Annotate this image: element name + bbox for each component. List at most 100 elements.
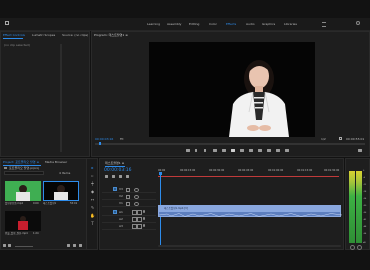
time-ruler[interactable]: 00:00 00:00:15:00 00:00:30:00 00:00:45:0…: [158, 169, 341, 179]
step-back-icon[interactable]: [222, 149, 226, 152]
tab-project[interactable]: Project: 포트폴리오 촬영 ≡: [3, 160, 39, 164]
workspace-tab-audio[interactable]: Audio: [246, 22, 255, 26]
program-monitor-panel: Program: 테스트촬영1 ≡ 00:00:03:16 Fit 1/2 00…: [91, 31, 370, 157]
mic-icon[interactable]: [143, 217, 145, 220]
go-to-in-icon[interactable]: [213, 149, 217, 152]
type-tool-icon[interactable]: T: [90, 221, 95, 226]
solo-icon[interactable]: [137, 217, 142, 222]
workspace-tab-editing[interactable]: Editing: [189, 22, 199, 26]
button-editor-icon[interactable]: [358, 149, 362, 152]
bin-item[interactable]: 테스트촬영1 55:01: [43, 181, 79, 209]
timeline-title[interactable]: 테스트촬영1 ≡: [105, 161, 124, 165]
timeline-settings-icon[interactable]: [126, 175, 129, 178]
play-icon[interactable]: [231, 149, 235, 152]
workspace-menu-icon[interactable]: [322, 22, 326, 27]
comparison-view-icon[interactable]: [285, 149, 289, 152]
audio-clip[interactable]: [158, 211, 342, 217]
effect-controls-scrollbar[interactable]: [60, 44, 62, 152]
export-frame-icon[interactable]: [276, 149, 280, 152]
new-bin-icon[interactable]: [67, 244, 70, 247]
lock-icon[interactable]: [126, 188, 130, 192]
solo-left-button[interactable]: [350, 245, 355, 250]
program-duration: 00:00:55:01: [346, 137, 365, 141]
track-headers: V3 V2 V1 A1 A2 A3: [102, 180, 156, 246]
tab-effect-controls[interactable]: Effect Controls: [3, 33, 25, 37]
tab-media-browser[interactable]: Media Browser: [45, 160, 67, 164]
audio-meter-panel: 0 -6 -12 -18 -24 -30 -36 -42 -48 -54 dB: [345, 158, 370, 250]
track-header-a3[interactable]: A3: [102, 223, 156, 230]
solo-right-button[interactable]: [357, 245, 362, 250]
tab-source[interactable]: Source: (no clips): [62, 33, 88, 37]
track-header-v3[interactable]: V3: [102, 186, 156, 193]
quality-dropdown[interactable]: 1/2: [321, 137, 326, 141]
workspace-tab-assembly[interactable]: Assembly: [167, 22, 181, 26]
track-header-a2[interactable]: A2: [102, 216, 156, 223]
horizontal-zoom-scrollbar[interactable]: [158, 245, 341, 247]
bin-item-name: 인물_촬영_원본.mp4: [5, 232, 28, 235]
mic-icon[interactable]: [143, 224, 145, 227]
eye-icon[interactable]: [134, 188, 139, 192]
selection-tool-icon[interactable]: ▸: [90, 165, 95, 170]
program-playhead[interactable]: [99, 142, 101, 145]
bin-item[interactable]: 촬영본모음.mp4 0:09: [5, 181, 41, 209]
thumbnail-dark-clip: [5, 211, 41, 231]
add-marker-icon[interactable]: [186, 149, 190, 152]
work-area-bar[interactable]: [158, 176, 339, 177]
step-forward-icon[interactable]: [240, 149, 244, 152]
search-icon[interactable]: [356, 21, 360, 25]
track-label-v1: V1: [119, 201, 123, 205]
track-label-a3: A3: [119, 224, 123, 228]
program-scrubber[interactable]: [95, 143, 365, 145]
video-frame[interactable]: [149, 42, 315, 137]
mic-icon[interactable]: [143, 210, 145, 213]
source-patch-v1[interactable]: [113, 187, 117, 191]
timeline-timecode[interactable]: 00:00:03:16: [104, 168, 131, 173]
trash-icon[interactable]: [79, 244, 82, 247]
ripple-edit-tool-icon[interactable]: ┿: [90, 181, 95, 186]
icon-view-icon[interactable]: [8, 244, 11, 247]
mark-in-icon[interactable]: [195, 149, 197, 152]
home-icon[interactable]: [5, 21, 9, 25]
snap-icon[interactable]: [105, 175, 108, 178]
track-header-v2[interactable]: V2: [102, 193, 156, 200]
lock-icon[interactable]: [126, 202, 130, 206]
track-select-tool-icon[interactable]: ▹: [90, 173, 95, 178]
tab-lumetri-scopes[interactable]: Lumetri Scopes: [32, 33, 55, 37]
eye-icon[interactable]: [134, 195, 139, 199]
workspace-tab-color[interactable]: Color: [209, 22, 217, 26]
linked-selection-icon[interactable]: [112, 175, 115, 178]
source-patch-a1[interactable]: [113, 210, 117, 214]
fit-dropdown[interactable]: Fit: [120, 137, 124, 141]
meter-label: -18: [363, 191, 367, 193]
pen-tool-icon[interactable]: ✎: [90, 205, 95, 210]
workspace-tab-graphics[interactable]: Graphics: [262, 22, 275, 26]
meter-label: -12: [363, 184, 367, 186]
zoom-slider[interactable]: [15, 245, 33, 247]
workspace-tab-libraries[interactable]: Libraries: [284, 22, 297, 26]
solo-icon[interactable]: [137, 210, 142, 215]
eye-icon[interactable]: [134, 202, 139, 206]
workspace-tab-effects[interactable]: Effects: [226, 22, 236, 26]
solo-icon[interactable]: [137, 224, 142, 229]
lift-icon[interactable]: [258, 149, 262, 152]
lock-icon[interactable]: [126, 195, 130, 199]
slip-tool-icon[interactable]: ↔: [90, 197, 95, 202]
mark-out-icon[interactable]: [204, 149, 206, 152]
program-title[interactable]: Program: 테스트촬영1 ≡: [94, 33, 128, 37]
search-input[interactable]: [4, 171, 44, 175]
wrench-icon[interactable]: [339, 137, 342, 140]
new-item-icon[interactable]: [73, 244, 76, 247]
track-label-a1: A1: [119, 210, 123, 214]
workspace-tabs: Learning Assembly Editing Color Effects …: [147, 22, 307, 27]
track-header-a1[interactable]: A1: [102, 209, 156, 216]
extract-icon[interactable]: [267, 149, 271, 152]
hand-tool-icon[interactable]: ✋: [90, 213, 95, 218]
razor-tool-icon[interactable]: ◆: [90, 189, 95, 194]
program-timecode[interactable]: 00:00:03:16: [95, 137, 113, 141]
track-header-v1[interactable]: V1: [102, 200, 156, 207]
bin-item[interactable]: 인물_촬영_원본.mp4 1:24: [5, 211, 41, 239]
workspace-tab-learning[interactable]: Learning: [147, 22, 160, 26]
add-marker-icon[interactable]: [119, 175, 122, 178]
list-view-icon[interactable]: [3, 244, 6, 247]
go-to-out-icon[interactable]: [249, 149, 253, 152]
